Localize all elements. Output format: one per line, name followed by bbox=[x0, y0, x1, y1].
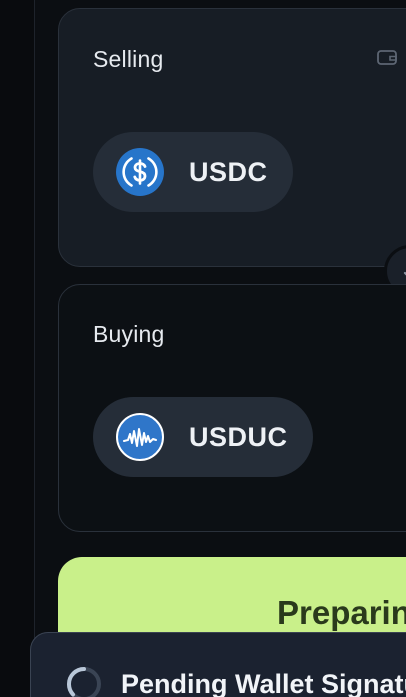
buy-token-symbol: USDUC bbox=[189, 421, 288, 452]
sell-card: Selling USDC bbox=[58, 8, 406, 267]
usduc-logo-icon bbox=[116, 413, 164, 461]
swap-screen: Selling USDC Buying USDUC Preparin Pendi… bbox=[0, 0, 406, 697]
sell-token-symbol: USDC bbox=[189, 156, 268, 187]
sell-token-selector[interactable]: USDC bbox=[93, 132, 293, 212]
usdc-logo-icon bbox=[116, 148, 164, 196]
arrow-swap-icon bbox=[403, 271, 406, 276]
wallet-icon[interactable] bbox=[377, 49, 397, 66]
buy-label: Buying bbox=[93, 321, 165, 347]
buy-card: Buying USDUC bbox=[58, 284, 406, 532]
sell-label: Selling bbox=[93, 46, 164, 72]
action-button-label: Preparing Swap... bbox=[277, 594, 406, 631]
spinner-icon bbox=[65, 665, 103, 697]
left-rail bbox=[0, 0, 35, 697]
pending-signature-toast: Pending Wallet Signature bbox=[30, 632, 406, 697]
toast-title: Pending Wallet Signature bbox=[121, 669, 406, 697]
buy-token-selector[interactable]: USDUC bbox=[93, 397, 313, 477]
